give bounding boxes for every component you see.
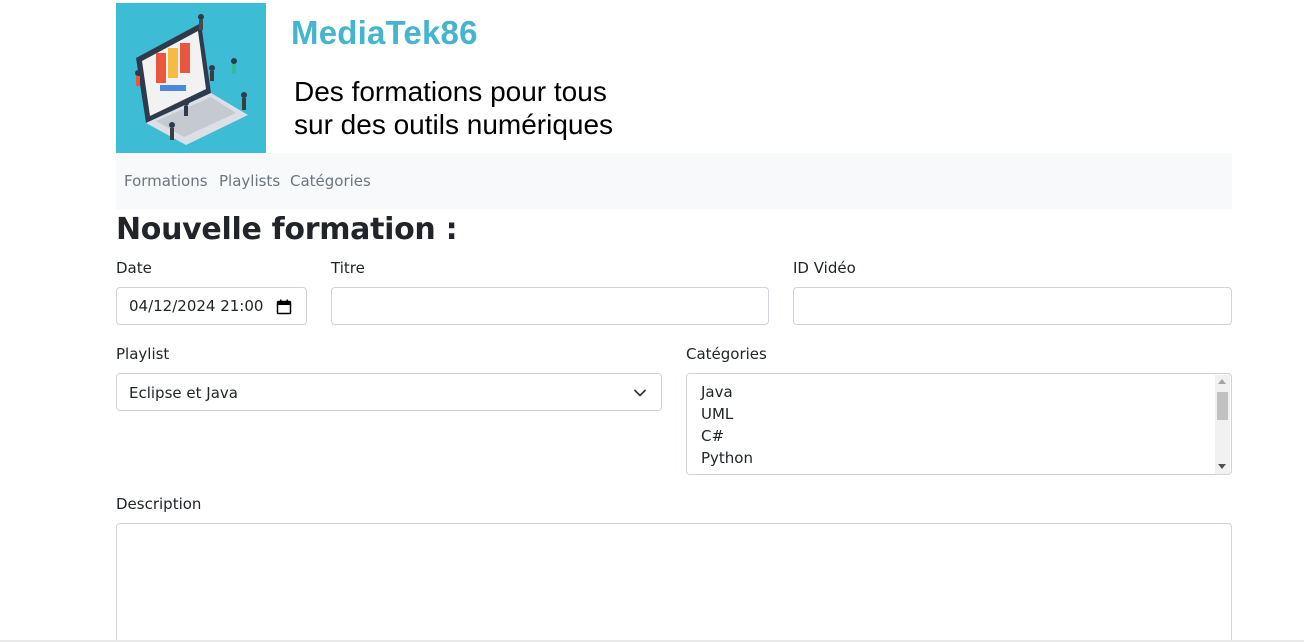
- main-navbar: Formations Playlists Catégories: [116, 153, 1232, 209]
- calendar-icon[interactable]: [276, 299, 292, 315]
- category-option-python[interactable]: Python: [701, 449, 753, 467]
- site-header: MediaTek86 Des formations pour tous sur …: [116, 3, 1232, 153]
- date-input[interactable]: 04/12/2024 21:00: [116, 287, 307, 325]
- description-textarea[interactable]: [116, 523, 1232, 642]
- tagline-line-2: sur des outils numériques: [294, 109, 614, 140]
- categories-multiselect[interactable]: Java UML C# Python: [686, 373, 1232, 475]
- site-tagline: Des formations pour tous sur des outils …: [294, 75, 613, 141]
- titre-input[interactable]: [331, 287, 769, 325]
- playlist-select[interactable]: Eclipse et Java: [116, 373, 662, 411]
- playlist-label: Playlist: [116, 345, 170, 363]
- description-label: Description: [116, 495, 202, 513]
- site-logo: [116, 3, 266, 153]
- page-container: MediaTek86 Des formations pour tous sur …: [116, 0, 1232, 642]
- category-option-csharp[interactable]: C#: [701, 427, 724, 445]
- category-option-java[interactable]: Java: [701, 383, 733, 401]
- site-title: MediaTek86: [291, 14, 478, 51]
- categories-label: Catégories: [686, 345, 767, 363]
- scroll-down-arrow-icon[interactable]: [1218, 464, 1226, 469]
- titre-label: Titre: [331, 259, 365, 277]
- category-option-uml[interactable]: UML: [701, 405, 733, 423]
- playlist-selected-value: Eclipse et Java: [129, 384, 238, 402]
- date-label: Date: [116, 259, 152, 277]
- nav-link-categories[interactable]: Catégories: [290, 172, 371, 190]
- nav-link-playlists[interactable]: Playlists: [219, 172, 280, 190]
- page-title: Nouvelle formation :: [116, 212, 458, 247]
- video-id-label: ID Vidéo: [793, 259, 856, 277]
- video-id-input[interactable]: [793, 287, 1232, 325]
- nav-link-formations[interactable]: Formations: [124, 172, 208, 190]
- scroll-up-arrow-icon[interactable]: [1218, 379, 1226, 384]
- date-value: 04/12/2024 21:00: [129, 297, 264, 315]
- chevron-down-icon: [634, 389, 646, 397]
- scrollbar-thumb[interactable]: [1217, 392, 1228, 420]
- laptop-people-illustration-icon: [116, 3, 266, 153]
- categories-scrollbar[interactable]: [1215, 375, 1230, 474]
- tagline-line-1: Des formations pour tous: [294, 76, 607, 107]
